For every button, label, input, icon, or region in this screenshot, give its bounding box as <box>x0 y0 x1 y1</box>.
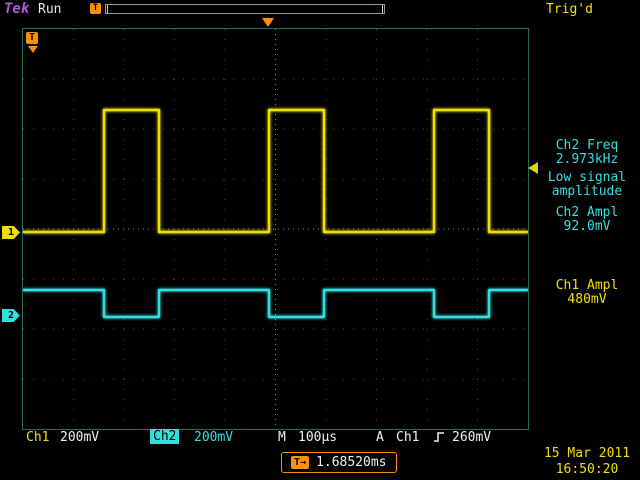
timebase-label: M <box>278 430 286 445</box>
trigger-marker-icon: T <box>26 32 38 44</box>
acquisition-status: Run <box>38 2 61 17</box>
ch2-freq-label: Ch2 Freq <box>536 138 638 153</box>
trigger-icon: T <box>90 3 101 14</box>
record-bracket-left <box>107 5 108 13</box>
timebase-value: 100µs <box>298 430 337 445</box>
ch1-scale-value: 200mV <box>60 430 99 445</box>
warning-line1: Low signal <box>536 170 638 185</box>
date-value: 15 Mar 2011 <box>536 446 638 462</box>
ch2-scale-value: 200mV <box>194 430 233 445</box>
ch2-freq-value: 2.973kHz <box>536 152 638 167</box>
trigger-level-value: 260mV <box>452 430 491 445</box>
graticule <box>22 28 529 430</box>
trigger-status: Trig'd <box>546 2 593 17</box>
rising-edge-icon <box>434 431 445 447</box>
ch2-ampl-label: Ch2 Ampl <box>536 205 638 220</box>
trigger-mode-label: A <box>376 430 384 445</box>
trigger-time-value: 1.68520ms <box>316 455 386 470</box>
waveform-display <box>23 29 528 429</box>
trigger-position-arrow-icon <box>262 18 274 27</box>
ch2-ampl-value: 92.0mV <box>536 219 638 234</box>
trigger-time-readout: T→ 1.68520ms <box>281 452 397 473</box>
record-bracket-right <box>382 5 383 13</box>
oscilloscope-screen: Tek Run T Trig'd T 1 2 Ch2 Freq 2.973kHz… <box>0 0 640 480</box>
warning-line2: amplitude <box>536 184 638 199</box>
ch1-ground-marker: 1 <box>2 226 20 239</box>
ch2-ground-marker: 2 <box>2 309 20 322</box>
trigger-source: Ch1 <box>396 430 419 445</box>
ch1-scale-label: Ch1 <box>26 430 49 445</box>
trigger-marker-arrow-icon <box>28 46 38 53</box>
time-value: 16:50:20 <box>536 462 638 478</box>
ch1-ampl-label: Ch1 Ampl <box>536 278 638 293</box>
ch1-ampl-value: 480mV <box>536 292 638 307</box>
record-view-bar <box>105 4 385 14</box>
datetime-readout: 15 Mar 2011 16:50:20 <box>536 446 638 478</box>
ch2-scale-label: Ch2 <box>150 429 179 444</box>
tek-logo: Tek <box>4 1 29 17</box>
trigger-time-icon: T→ <box>291 456 309 469</box>
